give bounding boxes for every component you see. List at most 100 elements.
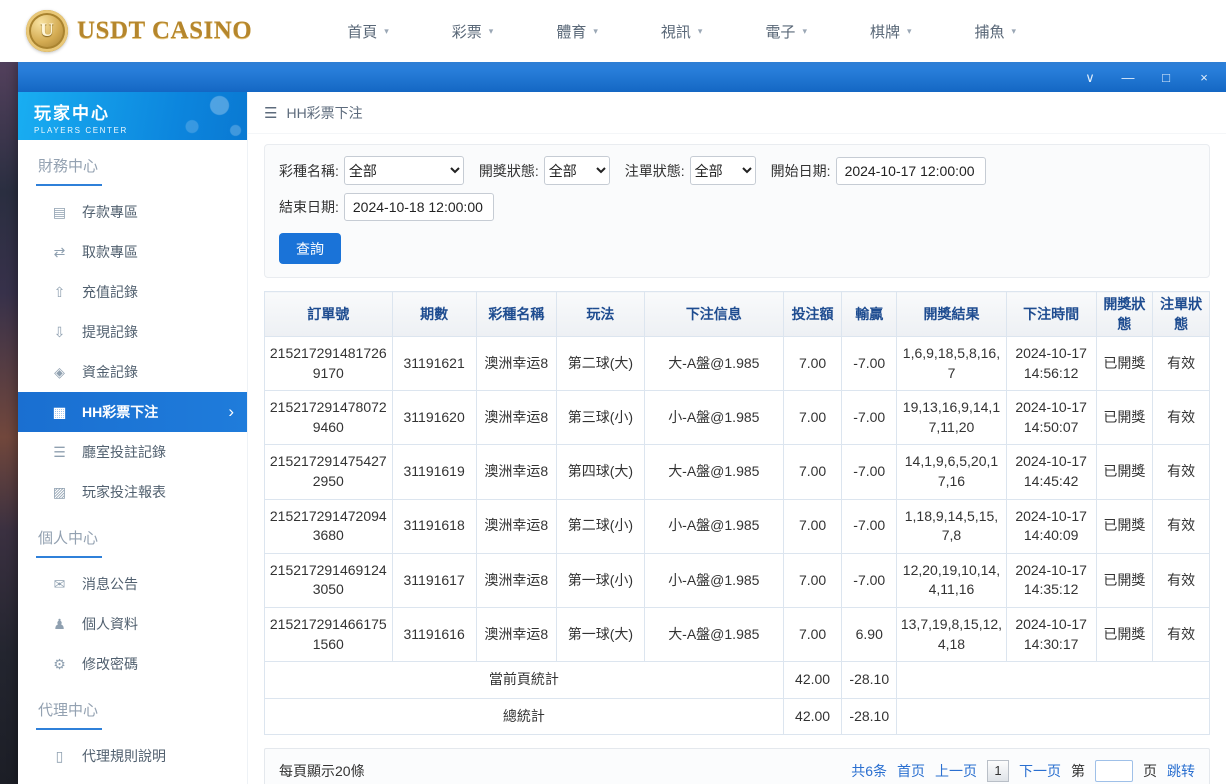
cell-winloss: -7.00 — [842, 553, 897, 607]
brand-name: USDT CASINO — [77, 17, 252, 45]
first-page-link[interactable]: 首页 — [897, 761, 925, 781]
chevron-down-icon: ▾ — [698, 26, 703, 37]
nav-item[interactable]: 電子 ▾ — [765, 21, 807, 42]
sidebar-section-agent: 代理中心 — [18, 684, 247, 736]
filter-panel: 彩種名稱: 全部 開獎狀態: 全部 注單狀態: — [264, 144, 1210, 278]
column-header-draw-status: 開獎狀態 — [1096, 292, 1153, 337]
column-header-lottery: 彩種名稱 — [476, 292, 556, 337]
brand-logo[interactable]: U USDT CASINO — [26, 10, 252, 52]
cell-time: 2024-10-17 14:30:17 — [1006, 607, 1096, 661]
cell-time: 2024-10-17 14:50:07 — [1006, 391, 1096, 445]
column-header-order-status: 注單狀態 — [1153, 292, 1210, 337]
nav-item[interactable]: 首頁 ▾ — [347, 21, 389, 42]
cell-play: 第三球(小) — [556, 391, 644, 445]
lottery-select[interactable]: 全部 — [344, 156, 464, 185]
cell-bet-info: 小-A盤@1.985 — [644, 499, 783, 553]
cell-amount: 7.00 — [783, 445, 842, 499]
window-collapse-icon[interactable]: ∨ — [1083, 71, 1097, 84]
nav-item[interactable]: 棋牌 ▾ — [870, 21, 912, 42]
nav-item[interactable]: 彩票 ▾ — [452, 21, 494, 42]
cell-winloss: -7.00 — [842, 337, 897, 391]
next-page-link[interactable]: 下一页 — [1019, 761, 1061, 781]
start-date-input[interactable] — [836, 157, 986, 185]
current-page[interactable]: 1 — [987, 760, 1009, 782]
chevron-right-icon: › — [228, 402, 234, 422]
column-header-order: 訂單號 — [265, 292, 393, 337]
sidebar-item-withdraw[interactable]: ⇄ 取款專區 — [18, 232, 247, 272]
nav-item[interactable]: 視訊 ▾ — [661, 21, 703, 42]
withdrawal-record-icon: ⇩ — [51, 324, 68, 341]
cell-period: 31191620 — [392, 391, 476, 445]
document-icon: ▯ — [51, 748, 68, 765]
deposit-icon: ▤ — [51, 204, 68, 221]
sidebar-item-deposit[interactable]: ▤ 存款專區 — [18, 192, 247, 232]
window-body: 玩家中心 PLAYERS CENTER 財務中心 ▤ 存款專區 ⇄ 取款專區 ⇧… — [18, 92, 1226, 784]
total-summary-winloss: -28.10 — [842, 698, 897, 735]
cell-time: 2024-10-17 14:45:42 — [1006, 445, 1096, 499]
cell-period: 31191617 — [392, 553, 476, 607]
sidebar-item-hall-bet-records[interactable]: ☰ 廳室投註記錄 — [18, 432, 247, 472]
menu-icon[interactable]: ☰ — [264, 104, 277, 122]
section-label: 個人中心 — [36, 527, 102, 558]
sidebar-item-player-bet-report[interactable]: ▨ 玩家投注報表 — [18, 472, 247, 512]
goto-button[interactable]: 跳转 — [1167, 761, 1195, 781]
table-row: 2152172914720943680 31191618 澳洲幸运8 第二球(小… — [265, 499, 1210, 553]
cell-lottery: 澳洲幸运8 — [476, 607, 556, 661]
sidebar-item-change-password[interactable]: ⚙ 修改密碼 — [18, 644, 247, 684]
cell-play: 第一球(小) — [556, 553, 644, 607]
announcement-icon: ✉ — [51, 576, 68, 593]
sidebar-item-profile[interactable]: ♟ 個人資料 — [18, 604, 247, 644]
window-close-button[interactable]: × — [1197, 71, 1211, 84]
prev-page-link[interactable]: 上一页 — [935, 761, 977, 781]
cell-draw-status: 已開獎 — [1096, 445, 1153, 499]
order-status-select[interactable]: 全部 — [690, 156, 756, 185]
cell-order: 2152172914661751560 — [265, 607, 393, 661]
sidebar-item-announcements[interactable]: ✉ 消息公告 — [18, 564, 247, 604]
goto-page-input[interactable] — [1095, 760, 1133, 782]
cell-bet-info: 小-A盤@1.985 — [644, 391, 783, 445]
cell-winloss: -7.00 — [842, 499, 897, 553]
end-date-filter: 結束日期: — [279, 193, 494, 221]
draw-status-select[interactable]: 全部 — [544, 156, 610, 185]
sidebar-item-label: HH彩票下注 — [82, 402, 158, 422]
cell-result: 14,1,9,6,5,20,17,16 — [897, 445, 1007, 499]
order-status-filter: 注單狀態: 全部 — [625, 156, 756, 185]
cell-lottery: 澳洲幸运8 — [476, 337, 556, 391]
search-button[interactable]: 查詢 — [279, 233, 341, 264]
app-window: ∨ — □ × 玩家中心 PLAYERS CENTER 財務中心 ▤ 存款專區 … — [18, 62, 1226, 784]
column-header-time: 下注時間 — [1006, 292, 1096, 337]
sidebar-item-withdrawal-records[interactable]: ⇩ 提現記錄 — [18, 312, 247, 352]
cell-lottery: 澳洲幸运8 — [476, 553, 556, 607]
sidebar-subtitle: PLAYERS CENTER — [34, 126, 247, 135]
nav-item-label: 棋牌 — [870, 21, 900, 42]
cell-draw-status: 已開獎 — [1096, 553, 1153, 607]
table-row: 2152172914661751560 31191616 澳洲幸运8 第一球(大… — [265, 607, 1210, 661]
window-maximize-button[interactable]: □ — [1159, 71, 1173, 84]
cell-order-status: 有效 — [1153, 337, 1210, 391]
column-header-play: 玩法 — [556, 292, 644, 337]
column-header-result: 開獎結果 — [897, 292, 1007, 337]
end-date-input[interactable] — [344, 193, 494, 221]
cell-period: 31191618 — [392, 499, 476, 553]
sidebar-header: 玩家中心 PLAYERS CENTER — [18, 92, 247, 140]
sidebar-item-fund-records[interactable]: ◈ 資金記錄 — [18, 352, 247, 392]
sidebar-item-hh-lottery-bets[interactable]: ▦ HH彩票下注 › — [18, 392, 247, 432]
nav-item-label: 首頁 — [347, 21, 377, 42]
cell-time: 2024-10-17 14:56:12 — [1006, 337, 1096, 391]
nav-item[interactable]: 體育 ▾ — [556, 21, 598, 42]
cell-order-status: 有效 — [1153, 499, 1210, 553]
sidebar-item-label: 修改密碼 — [82, 654, 138, 674]
sidebar-section-finance: 財務中心 — [18, 140, 247, 192]
cell-time: 2024-10-17 14:40:09 — [1006, 499, 1096, 553]
page-summary-label: 當前頁統計 — [265, 662, 784, 699]
cell-lottery: 澳洲幸运8 — [476, 499, 556, 553]
nav-item[interactable]: 捕魚 ▾ — [975, 21, 1017, 42]
password-icon: ⚙ — [51, 656, 68, 673]
pagination-controls: 共6条 首页 上一页 1 下一页 第 页 跳转 — [851, 760, 1195, 782]
order-status-filter-label: 注單狀態: — [625, 161, 685, 181]
sidebar-item-recharge-records[interactable]: ⇧ 充值記錄 — [18, 272, 247, 312]
window-minimize-button[interactable]: — — [1121, 71, 1135, 84]
main-nav: 首頁 ▾ 彩票 ▾ 體育 ▾ 視訊 ▾ 電子 ▾ — [347, 21, 1016, 42]
table-row: 2152172914754272950 31191619 澳洲幸运8 第四球(大… — [265, 445, 1210, 499]
sidebar-item-agent-rules[interactable]: ▯ 代理規則說明 — [18, 736, 247, 776]
